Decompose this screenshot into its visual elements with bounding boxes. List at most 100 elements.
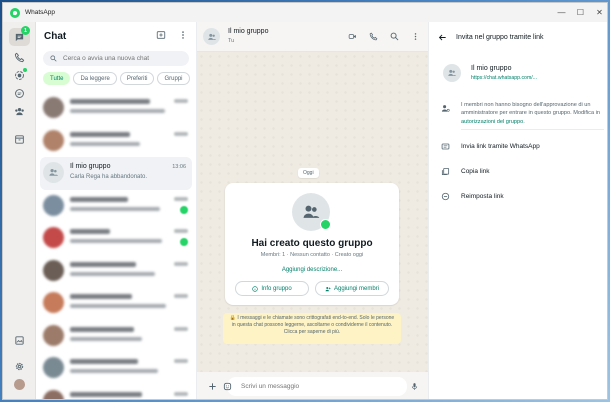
admin-settings-icon — [441, 105, 450, 112]
invite-link-url[interactable]: https://chat.whatsapp.com/... — [471, 75, 537, 81]
video-call-icon[interactable] — [348, 32, 357, 41]
sticker-icon[interactable] — [222, 381, 232, 391]
more-options-icon[interactable] — [178, 30, 188, 40]
rail-archived[interactable] — [9, 130, 30, 148]
message-box[interactable] — [227, 377, 407, 396]
chat-row[interactable] — [36, 352, 196, 385]
group-avatar[interactable] — [203, 28, 220, 45]
conversation-title: Il mio gruppo — [228, 28, 269, 35]
group-avatar — [443, 64, 461, 82]
chat-avatar — [43, 259, 64, 281]
new-chat-icon[interactable] — [156, 30, 166, 40]
chat-row[interactable] — [36, 320, 196, 353]
conversation-subtitle: Tu — [228, 38, 235, 44]
search-box[interactable] — [43, 51, 189, 66]
message-input[interactable] — [241, 383, 391, 390]
rail-profile[interactable] — [9, 375, 30, 393]
back-arrow-icon[interactable] — [438, 32, 448, 42]
chat-avatar — [43, 389, 64, 399]
group-icon — [303, 205, 320, 218]
nav-rail: 1 — [3, 22, 36, 399]
phone-icon — [14, 52, 25, 62]
title-bar: WhatsApp — ☐ ✕ — [3, 3, 607, 22]
chat-time: 13:06 — [172, 164, 186, 170]
card-subtitle: Membri: 1 · Nessun contatto · Creato ogg… — [260, 252, 364, 258]
rail-channels[interactable] — [9, 84, 30, 102]
filter-favorites[interactable]: Preferiti — [119, 72, 155, 85]
panel-title: Invita nel gruppo tramite link — [456, 33, 544, 41]
chat-name: Il mio gruppo — [70, 163, 111, 170]
divider — [461, 129, 604, 130]
send-link-via-whatsapp[interactable]: Invia link tramite WhatsApp — [439, 139, 604, 153]
chat-list-panel: Chat Tutte Da leggere Preferiti Gruppi — [36, 22, 197, 399]
date-chip: Oggi — [298, 168, 319, 178]
filter-unread[interactable]: Da leggere — [73, 72, 117, 85]
group-icon — [207, 33, 216, 40]
chat-avatar — [43, 129, 64, 151]
chat-row-active[interactable]: Il mio gruppo Carla Rega ha abbandonato.… — [40, 157, 192, 190]
copy-icon — [441, 167, 450, 175]
group-permissions-link[interactable]: autorizzazioni del gruppo — [461, 119, 523, 125]
minimize-button[interactable]: — — [552, 3, 571, 22]
chat-row[interactable] — [36, 255, 196, 288]
rail-media[interactable] — [9, 331, 30, 349]
group-info-button[interactable]: Info gruppo — [235, 281, 309, 296]
chat-row[interactable] — [36, 222, 196, 255]
rail-calls[interactable] — [9, 48, 30, 66]
communities-icon — [15, 107, 24, 115]
rail-settings[interactable] — [9, 357, 30, 375]
profile-avatar — [14, 378, 25, 390]
attach-icon[interactable] — [207, 381, 217, 391]
filter-groups[interactable]: Gruppi — [157, 72, 190, 85]
more-options-icon[interactable] — [411, 32, 420, 41]
window-title: WhatsApp — [25, 9, 55, 16]
chat-avatar — [43, 324, 64, 346]
whatsapp-window: WhatsApp — ☐ ✕ 1 Chat Cerca o avvia una … — [2, 2, 608, 400]
encryption-notice[interactable]: 🔒 I messaggi e le chiamate sono crittogr… — [223, 313, 401, 344]
chat-avatar — [43, 292, 64, 313]
chat-preview: Carla Rega ha abbandonato. — [70, 174, 148, 180]
card-title: Hai creato questo gruppo — [251, 238, 373, 249]
compose-bar — [197, 372, 428, 399]
filter-all[interactable]: Tutte — [43, 72, 71, 85]
chat-avatar — [43, 227, 64, 248]
add-description-link[interactable]: Aggiungi descrizione... — [225, 267, 399, 273]
search-icon[interactable] — [390, 32, 399, 41]
rail-status[interactable] — [9, 66, 30, 84]
approval-info-text: I membri non hanno bisogno dell'approvaz… — [461, 102, 600, 117]
chats-badge: 1 — [21, 26, 30, 35]
chat-list-title: Chat — [44, 31, 67, 42]
add-photo-icon[interactable] — [320, 219, 331, 230]
search-input[interactable] — [63, 55, 183, 62]
conversation-panel: Il mio gruppo Tu Oggi Hai creato questo … — [197, 22, 428, 399]
info-icon — [252, 285, 259, 292]
gear-icon — [15, 362, 24, 370]
chat-row[interactable] — [36, 287, 196, 320]
reset-link[interactable]: Reimposta link — [439, 189, 604, 203]
reset-icon — [441, 192, 450, 200]
conversation-header[interactable]: Il mio gruppo Tu — [197, 22, 428, 52]
invite-link-panel: Invita nel gruppo tramite link Il mio gr… — [428, 22, 607, 399]
share-icon — [441, 143, 450, 149]
chat-avatar — [43, 194, 64, 216]
add-members-button[interactable]: Aggiungi membri — [315, 281, 389, 296]
channels-icon — [15, 88, 24, 98]
status-dot — [23, 68, 27, 72]
group-avatar — [43, 162, 64, 183]
voice-call-icon[interactable] — [369, 32, 378, 41]
media-icon — [15, 335, 24, 345]
chat-avatar — [43, 97, 64, 118]
group-icon — [49, 169, 59, 176]
rail-communities[interactable] — [9, 102, 30, 120]
rail-chats[interactable]: 1 — [9, 26, 30, 46]
chat-row[interactable] — [36, 385, 196, 399]
maximize-button[interactable]: ☐ — [571, 3, 590, 22]
group-name: Il mio gruppo — [471, 65, 512, 72]
chat-avatar — [43, 357, 64, 378]
copy-link[interactable]: Copia link — [439, 164, 604, 178]
chat-row[interactable] — [36, 125, 196, 158]
close-button[interactable]: ✕ — [590, 3, 607, 22]
chat-row[interactable] — [36, 190, 196, 223]
microphone-icon[interactable] — [409, 381, 419, 391]
chat-row[interactable] — [36, 92, 196, 125]
